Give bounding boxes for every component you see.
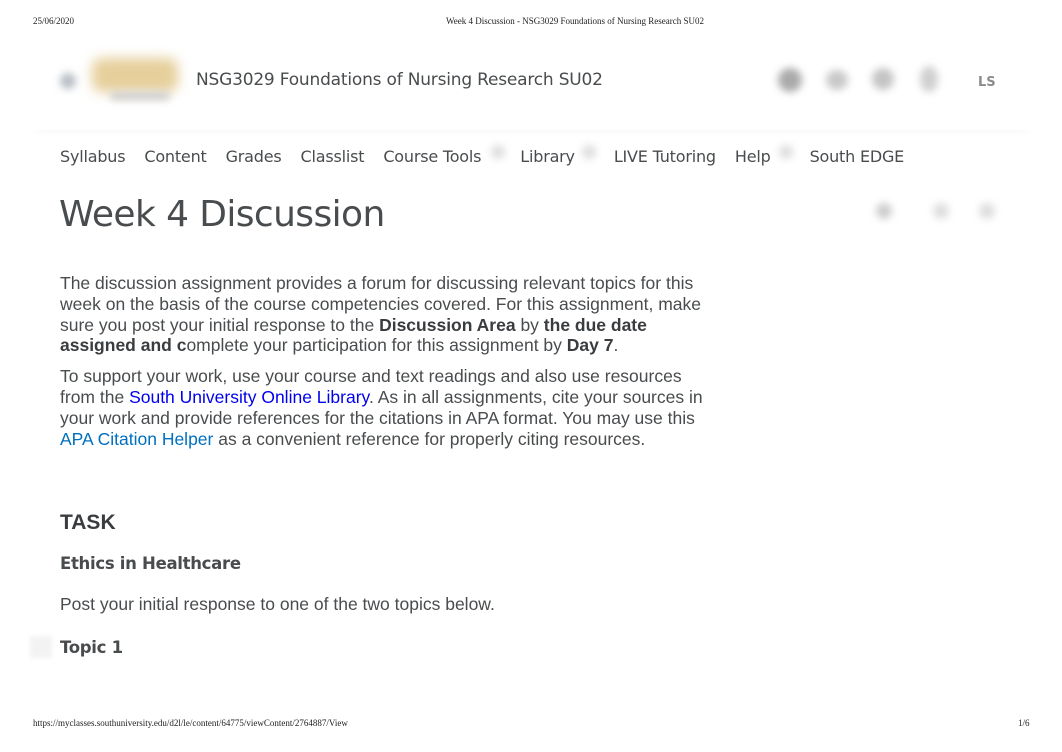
topic-marker — [30, 636, 52, 658]
course-nav-tabs: Syllabus Content Grades Classlist Course… — [60, 144, 923, 168]
assignment-description: The discussion assignment provides a for… — [60, 273, 720, 459]
online-library-link[interactable]: South University Online Library — [129, 387, 369, 407]
bookmark-icon[interactable] — [876, 203, 892, 219]
chevron-down-icon[interactable] — [582, 144, 597, 159]
text: . — [613, 335, 619, 356]
message-icon[interactable] — [826, 70, 848, 90]
tab-south-edge[interactable]: South EDGE — [810, 147, 905, 166]
tab-help[interactable]: Help — [734, 144, 793, 166]
chat-icon[interactable] — [872, 68, 894, 90]
grid-icon[interactable] — [778, 68, 802, 92]
emphasis: Discussion Area — [379, 314, 516, 335]
topic-heading: Topic 1 — [60, 638, 123, 657]
logo-subtitle — [110, 92, 170, 100]
text: by — [515, 314, 544, 335]
chevron-down-icon[interactable] — [491, 144, 506, 159]
support-paragraph: To support your work, use your course an… — [60, 366, 720, 449]
print-page-number: 1/6 — [1018, 718, 1030, 728]
tab-course-tools-label: Course Tools — [383, 146, 482, 166]
tab-library[interactable]: Library — [520, 144, 597, 166]
text: omplete your participation for this assi… — [186, 335, 567, 356]
tab-grades[interactable]: Grades — [226, 147, 282, 166]
tab-classlist[interactable]: Classlist — [301, 147, 365, 166]
course-title[interactable]: NSG3029 Foundations of Nursing Research … — [196, 70, 603, 90]
section-heading: Ethics in Healthcare — [60, 554, 241, 573]
apa-citation-helper-link[interactable]: APA Citation Helper — [60, 429, 213, 449]
notification-icon[interactable] — [920, 66, 938, 92]
tab-syllabus[interactable]: Syllabus — [60, 147, 126, 166]
menu-icon[interactable] — [60, 73, 76, 89]
task-heading: TASK — [60, 511, 116, 534]
previous-topic-icon[interactable] — [933, 203, 949, 219]
tab-help-label: Help — [734, 146, 771, 166]
intro-paragraph: The discussion assignment provides a for… — [60, 273, 720, 356]
tab-live-tutoring[interactable]: LIVE Tutoring — [614, 147, 716, 166]
navbar: NSG3029 Foundations of Nursing Research … — [30, 40, 1034, 130]
chevron-down-icon[interactable] — [778, 144, 793, 159]
user-avatar-initials[interactable]: LS — [978, 75, 996, 90]
tab-course-tools[interactable]: Course Tools — [383, 144, 506, 166]
print-doc-title: Week 4 Discussion - NSG3029 Foundations … — [445, 16, 704, 26]
page-title: Week 4 Discussion — [59, 194, 385, 235]
university-logo[interactable] — [92, 58, 178, 92]
tab-library-label: Library — [520, 146, 575, 166]
print-url: https://myclasses.southuniversity.edu/d2… — [33, 718, 348, 728]
instruction-text: Post your initial response to one of the… — [60, 594, 495, 614]
text: as a convenient reference for properly c… — [213, 428, 646, 449]
tab-content[interactable]: Content — [144, 147, 206, 166]
next-topic-icon[interactable] — [979, 203, 995, 219]
emphasis: Day 7 — [566, 335, 614, 356]
